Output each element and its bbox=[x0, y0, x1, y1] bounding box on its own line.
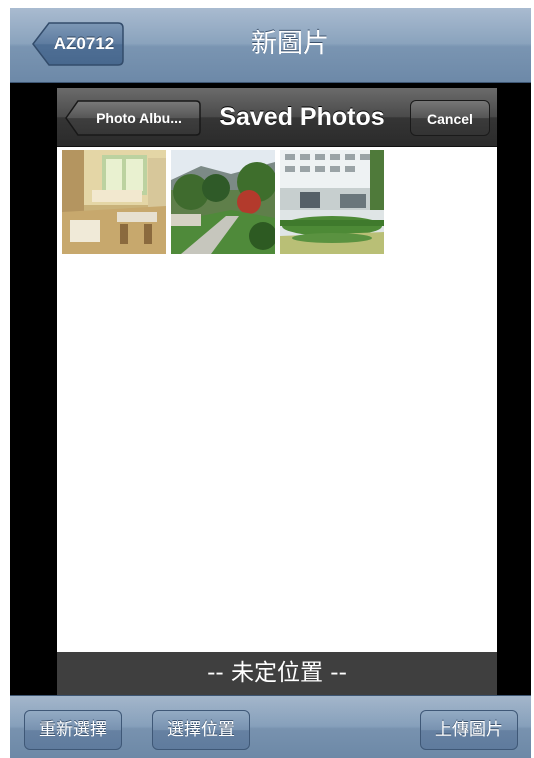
photo-albums-button-label: Photo Albu... bbox=[96, 110, 182, 126]
app-screen: AZ0712 新圖片 Photo Albu... Saved Photos Ca… bbox=[10, 8, 531, 758]
choose-location-button[interactable]: 選擇位置 bbox=[152, 710, 250, 750]
cancel-button[interactable]: Cancel bbox=[410, 100, 490, 136]
garden-photo-image bbox=[171, 150, 275, 254]
building-photo-image bbox=[280, 150, 384, 254]
navbar-title: 新圖片 bbox=[250, 29, 329, 59]
back-button[interactable]: AZ0712 bbox=[32, 22, 124, 66]
photo-thumbnail[interactable] bbox=[280, 150, 384, 254]
picker-title: Saved Photos bbox=[219, 103, 385, 131]
interior-photo-image bbox=[62, 150, 166, 254]
photo-albums-button[interactable]: Photo Albu... bbox=[65, 100, 201, 136]
photo-picker: Photo Albu... Saved Photos Cancel bbox=[57, 88, 497, 695]
photo-thumbnail[interactable] bbox=[62, 150, 166, 254]
photo-thumbnail[interactable] bbox=[171, 150, 275, 254]
location-status: -- 未定位置 -- bbox=[57, 652, 497, 695]
upload-photo-button[interactable]: 上傳圖片 bbox=[420, 710, 518, 750]
picker-navigation-bar: Photo Albu... Saved Photos Cancel bbox=[57, 88, 497, 147]
navigation-bar: AZ0712 新圖片 bbox=[10, 8, 531, 83]
reselect-button[interactable]: 重新選擇 bbox=[24, 710, 122, 750]
back-button-label: AZ0712 bbox=[53, 34, 115, 53]
bottom-toolbar: 重新選擇 選擇位置 上傳圖片 bbox=[10, 695, 531, 758]
